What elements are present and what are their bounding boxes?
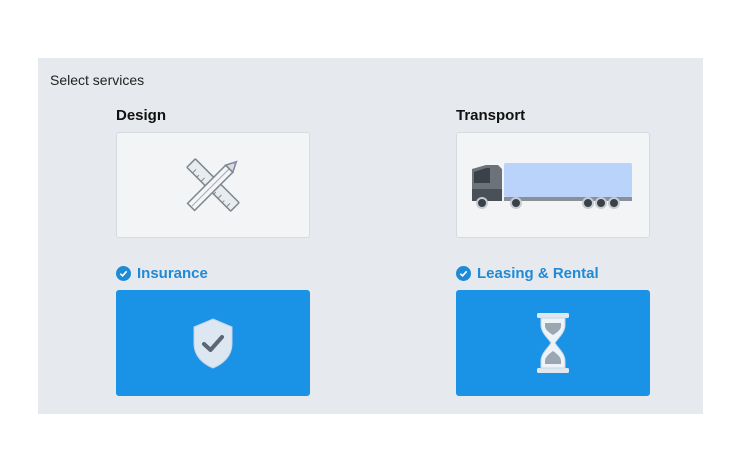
service-label: Insurance: [137, 264, 208, 282]
service-leasing-rental: Leasing & Rental: [456, 262, 650, 396]
service-label: Transport: [456, 106, 526, 124]
pencil-ruler-icon: [186, 158, 240, 212]
leasing-rental-card[interactable]: [456, 290, 650, 396]
transport-card[interactable]: [456, 132, 650, 238]
service-label: Leasing & Rental: [477, 264, 599, 282]
panel-title: Select services: [50, 72, 145, 88]
shield-check-icon: [193, 318, 233, 369]
service-design: Design: [116, 104, 310, 238]
truck-icon: [472, 163, 632, 209]
service-label: Design: [116, 106, 167, 124]
design-card[interactable]: [116, 132, 310, 238]
services-panel: Select services Design Transport Insuran…: [38, 58, 703, 414]
service-transport: Transport: [456, 104, 650, 238]
insurance-card[interactable]: [116, 290, 310, 396]
service-insurance: Insurance: [116, 262, 310, 396]
hourglass-icon: [537, 313, 569, 373]
check-icon: [116, 265, 131, 281]
check-icon: [456, 265, 471, 281]
